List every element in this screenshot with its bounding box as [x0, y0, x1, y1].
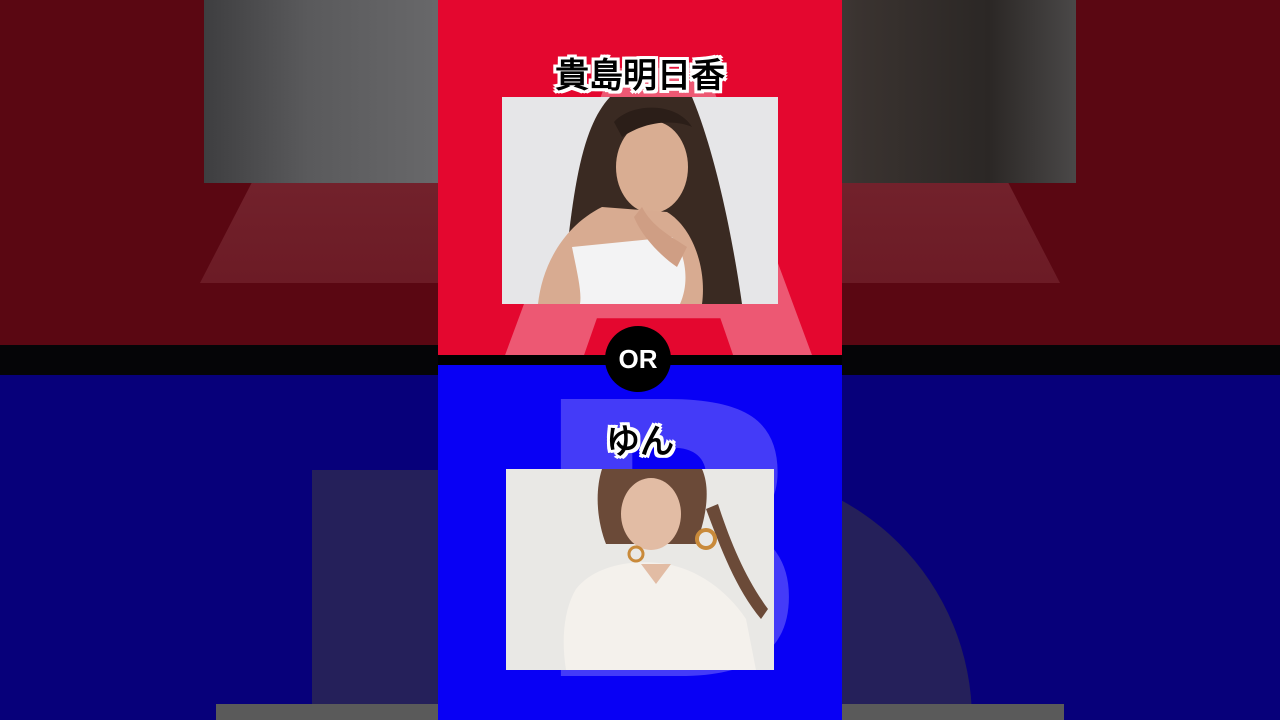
option-b-name: ゆん: [606, 422, 674, 462]
or-label: OR: [618, 343, 658, 374]
option-b-panel[interactable]: B ゆん: [438, 365, 842, 720]
or-badge: OR: [605, 326, 671, 392]
versus-card: A 貴島明日香 B ゆん: [438, 0, 842, 720]
option-b-photo[interactable]: [506, 469, 774, 670]
option-a-panel[interactable]: A 貴島明日香: [438, 0, 842, 355]
option-a-name: 貴島明日香: [555, 56, 725, 96]
option-a-photo[interactable]: [502, 97, 778, 304]
